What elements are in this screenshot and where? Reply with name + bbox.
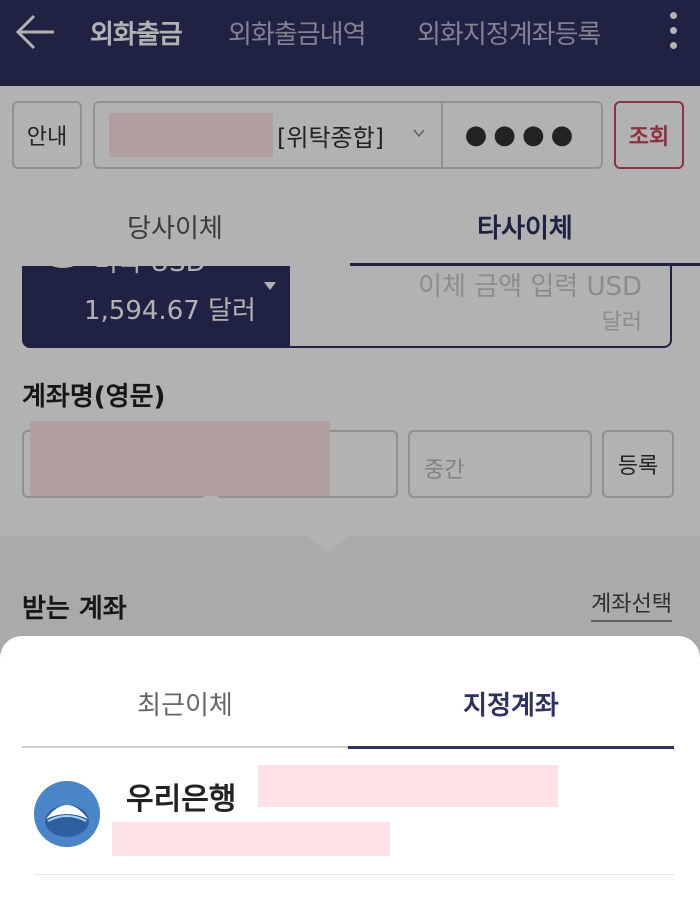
woori-bank-logo [34,781,100,847]
divider [34,874,674,875]
tab-recent-transfers[interactable]: 최근이체 [22,660,348,748]
bank-name: 우리은행 [126,782,237,817]
redacted-account-number [258,765,558,807]
tab-designated-accounts[interactable]: 지정계좌 [348,660,674,749]
account-picker-sheet: 최근이체 지정계좌 우리은행 [0,636,700,914]
redacted-account-holder [112,822,390,856]
